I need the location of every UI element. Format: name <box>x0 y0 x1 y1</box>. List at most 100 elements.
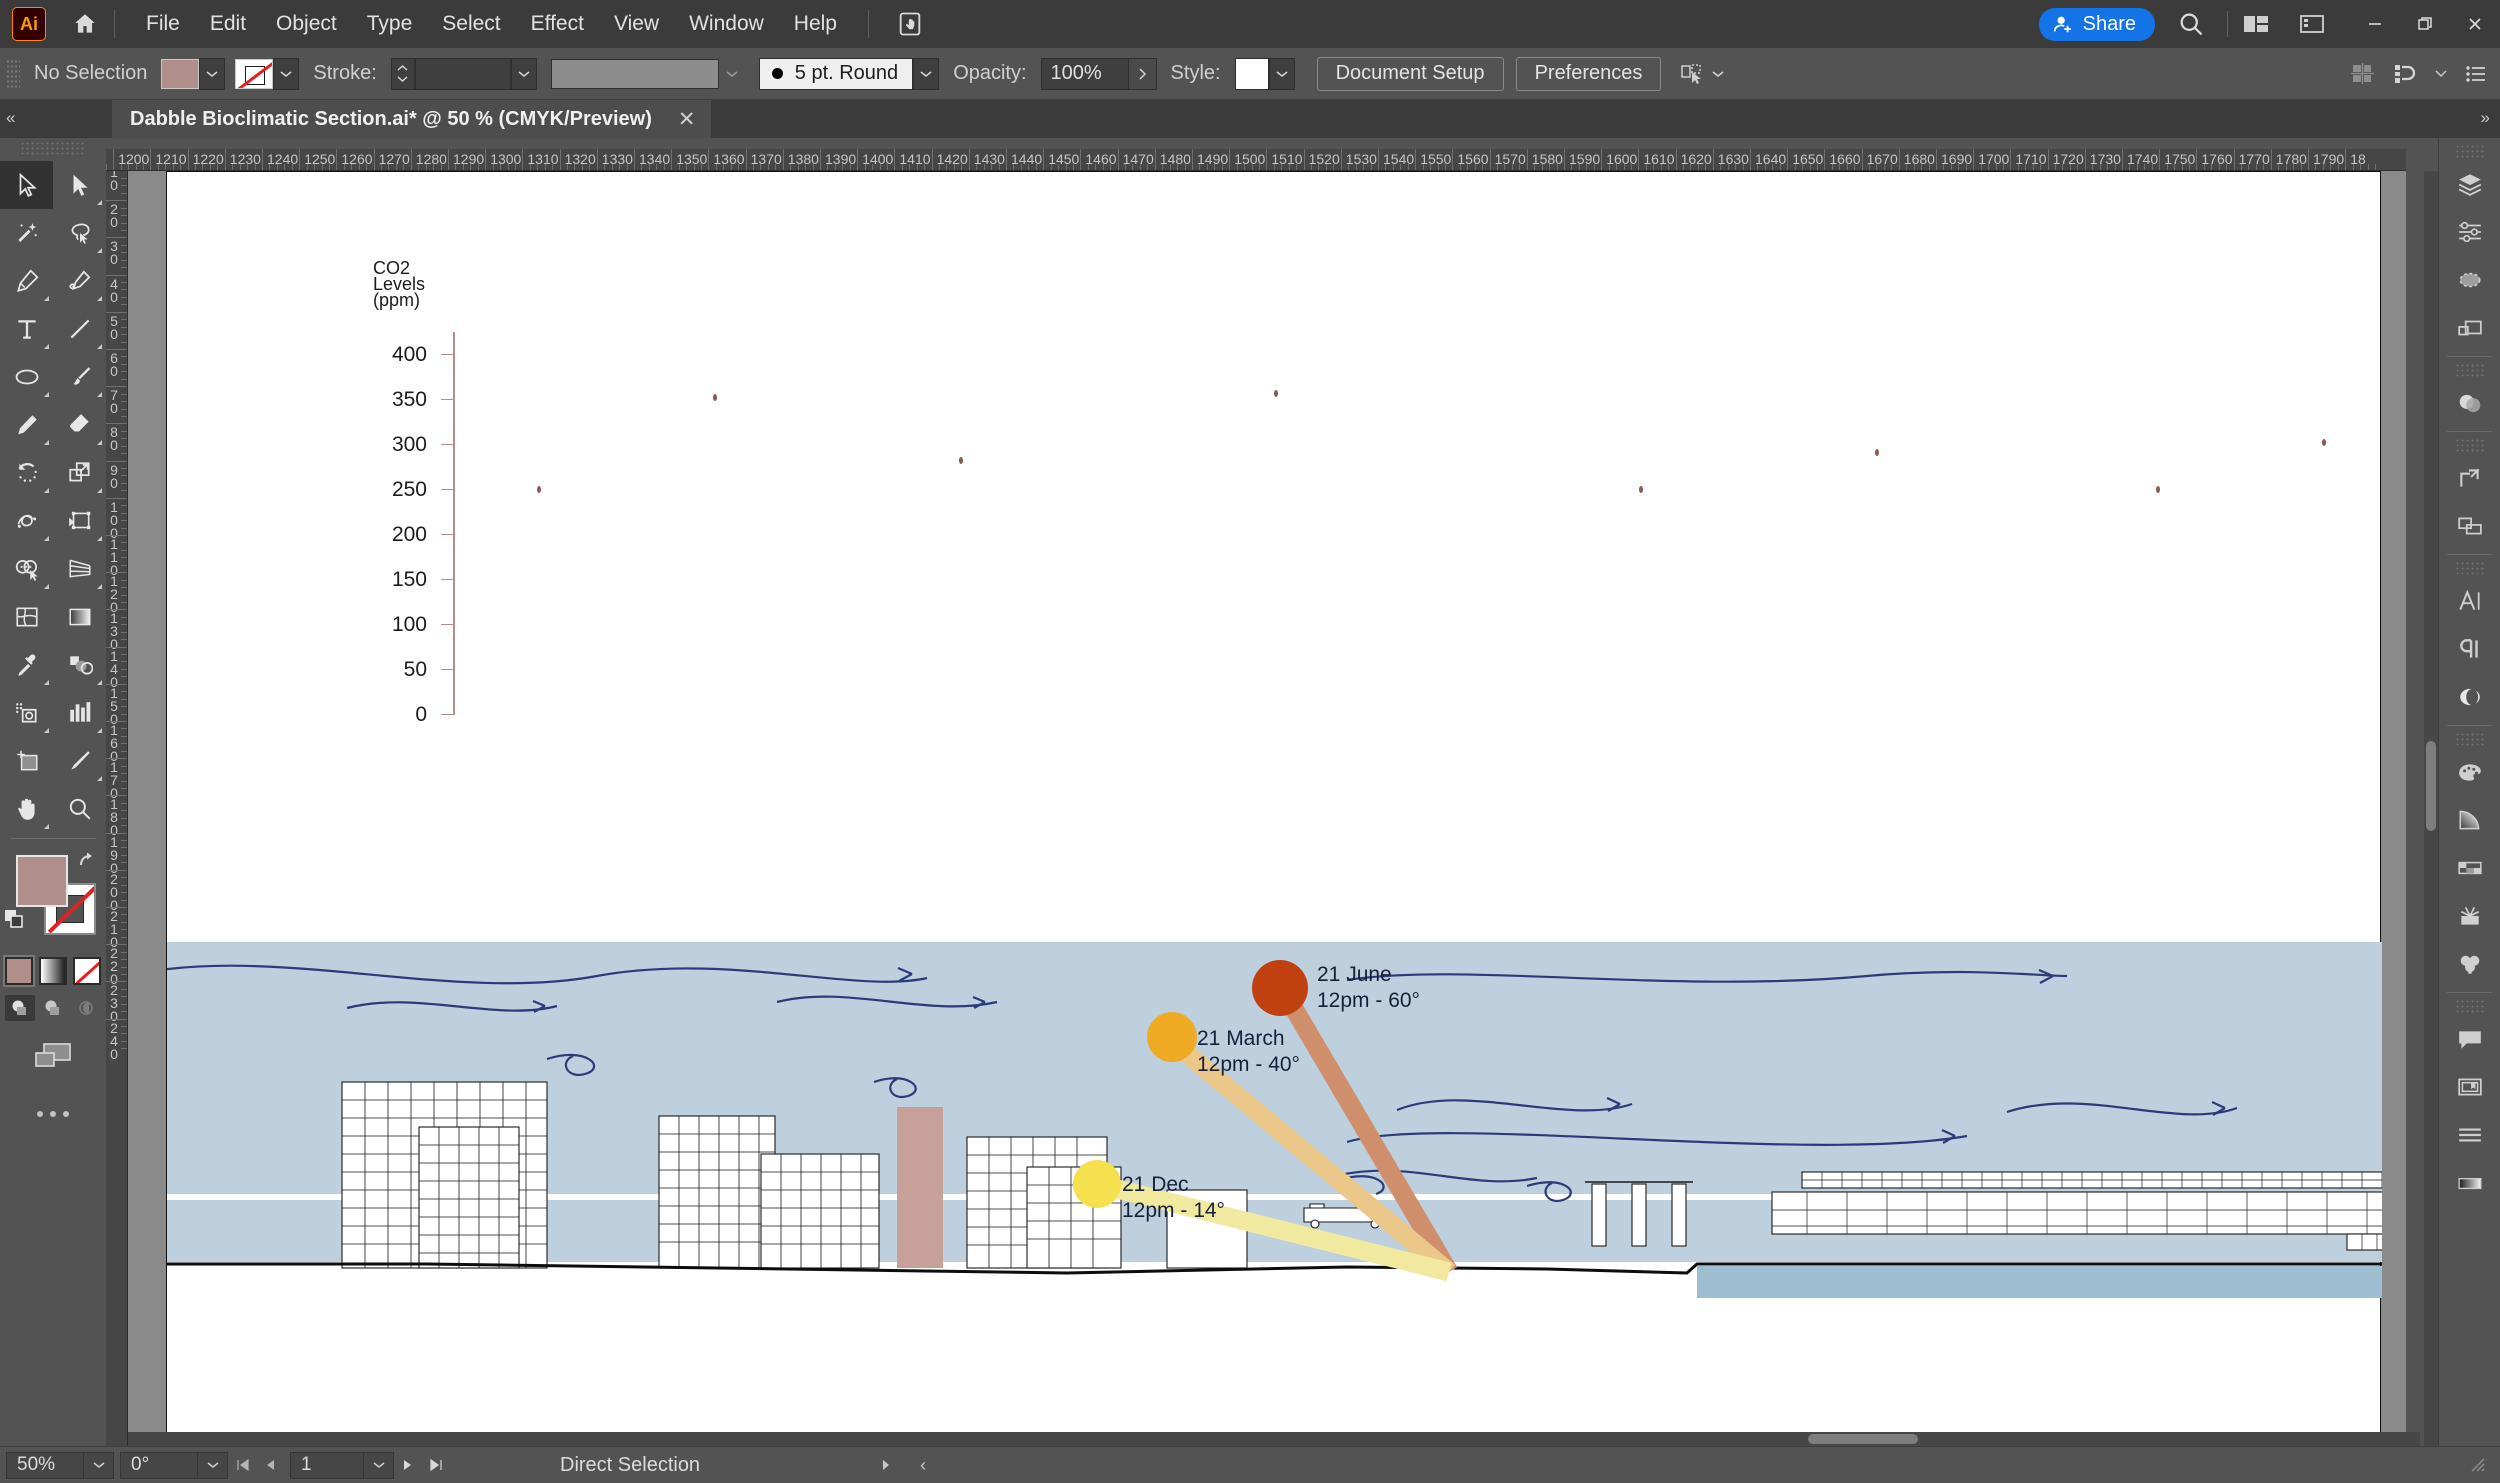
selection-tool[interactable] <box>0 161 53 209</box>
panel-dock-grip[interactable] <box>2455 144 2484 158</box>
workspace-switcher-icon[interactable] <box>2298 12 2326 36</box>
stroke-weight-input[interactable] <box>414 57 511 90</box>
lasso-tool[interactable] <box>53 209 106 257</box>
graphic-style-dropdown[interactable] <box>1268 57 1295 90</box>
previous-artboard-button[interactable] <box>256 1452 284 1479</box>
character-panel-icon[interactable] <box>2439 577 2500 625</box>
arrange-documents-icon[interactable] <box>2242 12 2270 36</box>
slice-tool[interactable] <box>53 737 106 785</box>
horizontal-scroll-thumb[interactable] <box>1808 1434 1918 1444</box>
zoom-tool[interactable] <box>53 785 106 833</box>
home-icon[interactable] <box>72 11 98 37</box>
snap-options-dropdown[interactable] <box>2434 69 2448 78</box>
libraries-panel-icon[interactable] <box>2439 1063 2500 1111</box>
scale-tool[interactable] <box>53 449 106 497</box>
status-bar-resize-handle[interactable]: ‹ <box>920 1455 926 1476</box>
status-bar-grip[interactable] <box>2470 1457 2486 1473</box>
menu-help[interactable]: Help <box>779 6 852 42</box>
width-tool[interactable] <box>0 497 53 545</box>
edit-toolbar-button[interactable] <box>0 1111 106 1117</box>
close-button[interactable] <box>2450 0 2500 48</box>
menu-object[interactable]: Object <box>261 6 352 42</box>
rotation-input[interactable]: 0° <box>120 1451 198 1479</box>
menu-view[interactable]: View <box>599 6 674 42</box>
pathfinder-panel-icon[interactable] <box>2439 502 2500 550</box>
artboard-number-input[interactable]: 1 <box>290 1451 364 1479</box>
brushes-panel-icon[interactable] <box>2439 940 2500 988</box>
opacity-options-button[interactable] <box>1128 57 1157 90</box>
align-panel-icon[interactable] <box>2350 62 2376 86</box>
pen-tool[interactable] <box>0 257 53 305</box>
appearance-panel-icon[interactable] <box>2439 673 2500 721</box>
control-bar-menu-icon[interactable] <box>2464 63 2488 85</box>
column-graph-tool[interactable] <box>53 689 106 737</box>
layers-panel-icon[interactable] <box>2439 160 2500 208</box>
stroke-swatch-dropdown[interactable] <box>273 57 300 90</box>
magic-wand-tool[interactable] <box>0 209 53 257</box>
brush-definition-dropdown[interactable] <box>913 57 940 90</box>
panel-group-grip-4[interactable] <box>2455 732 2484 746</box>
opacity-input[interactable]: 100% <box>1040 57 1129 90</box>
artboard-tool[interactable] <box>0 737 53 785</box>
brush-definition-field[interactable]: 5 pt. Round <box>758 57 914 90</box>
panel-group-grip-2[interactable] <box>2455 438 2484 452</box>
symbols-panel-icon[interactable] <box>2439 892 2500 940</box>
menu-file[interactable]: File <box>131 6 195 42</box>
restore-button[interactable] <box>2400 0 2450 48</box>
vertical-scroll-thumb[interactable] <box>2426 741 2436 831</box>
pencil-tool[interactable] <box>0 401 53 449</box>
draw-normal-button[interactable] <box>5 995 35 1021</box>
swap-fill-stroke-icon[interactable] <box>76 849 98 871</box>
panel-group-grip-5[interactable] <box>2455 999 2484 1013</box>
none-mode-button[interactable] <box>73 957 101 985</box>
stroke-color-swatch[interactable] <box>235 58 274 89</box>
color-swatch-mode-button[interactable] <box>3 955 35 987</box>
canvas-horizontal-scrollbar[interactable] <box>128 1432 2420 1446</box>
variable-width-profile-dropdown[interactable] <box>719 58 745 90</box>
stroke-panel-icon[interactable] <box>2439 1111 2500 1159</box>
vertical-ruler[interactable]: 1020304050607080901001101201301401501601… <box>106 171 128 1446</box>
expand-panels-icon[interactable]: » <box>2481 108 2490 128</box>
menu-effect[interactable]: Effect <box>516 6 599 42</box>
select-similar-dropdown[interactable] <box>1705 58 1731 90</box>
menu-type[interactable]: Type <box>352 6 428 42</box>
zoom-level-input[interactable]: 50% <box>6 1451 84 1479</box>
artboards-panel-icon[interactable] <box>2439 256 2500 304</box>
menu-edit[interactable]: Edit <box>195 6 261 42</box>
paragraph-panel-icon[interactable] <box>2439 625 2500 673</box>
share-button[interactable]: Share <box>2038 7 2155 41</box>
color-guide-panel-icon[interactable] <box>2439 844 2500 892</box>
asset-export-panel-icon[interactable] <box>2439 304 2500 352</box>
shape-builder-tool[interactable] <box>0 545 53 593</box>
fill-swatch-dropdown[interactable] <box>199 57 226 90</box>
change-screen-mode-button[interactable] <box>0 1039 106 1073</box>
status-bar-options-button[interactable] <box>880 1458 892 1472</box>
perspective-grid-tool[interactable] <box>53 545 106 593</box>
graphic-style-swatch[interactable] <box>1234 57 1269 90</box>
swatches-panel-icon[interactable] <box>2439 748 2500 796</box>
eyedropper-tool[interactable] <box>0 641 53 689</box>
line-segment-tool[interactable] <box>53 305 106 353</box>
symbol-sprayer-tool[interactable] <box>0 689 53 737</box>
document-tab[interactable]: Dabble Bioclimatic Section.ai* @ 50 % (C… <box>112 100 712 138</box>
mesh-tool[interactable] <box>0 593 53 641</box>
transparency-panel-icon[interactable] <box>2439 379 2500 427</box>
artboard[interactable]: CO2 Levels (ppm) 400 350 300 250 200 150 100 50… <box>166 171 2382 1446</box>
select-similar-objects-icon[interactable] <box>1679 62 1705 86</box>
draw-behind-button[interactable] <box>38 995 68 1021</box>
collapse-panels-icon[interactable]: « <box>6 108 15 128</box>
minimize-button[interactable] <box>2350 0 2400 48</box>
align-panel-icon[interactable] <box>2439 454 2500 502</box>
next-artboard-button[interactable] <box>394 1452 422 1479</box>
zoom-level-dropdown[interactable] <box>84 1451 114 1479</box>
hand-tool[interactable] <box>0 785 53 833</box>
search-icon[interactable] <box>2177 10 2205 38</box>
panel-group-grip[interactable] <box>2455 363 2484 377</box>
document-setup-button[interactable]: Document Setup <box>1316 56 1504 91</box>
draw-inside-button[interactable] <box>71 995 101 1021</box>
fill-color-swatch[interactable] <box>161 58 200 89</box>
eraser-tool[interactable] <box>53 401 106 449</box>
direct-selection-tool[interactable] <box>53 161 106 209</box>
rotation-dropdown[interactable] <box>198 1451 228 1479</box>
rotate-tool[interactable] <box>0 449 53 497</box>
